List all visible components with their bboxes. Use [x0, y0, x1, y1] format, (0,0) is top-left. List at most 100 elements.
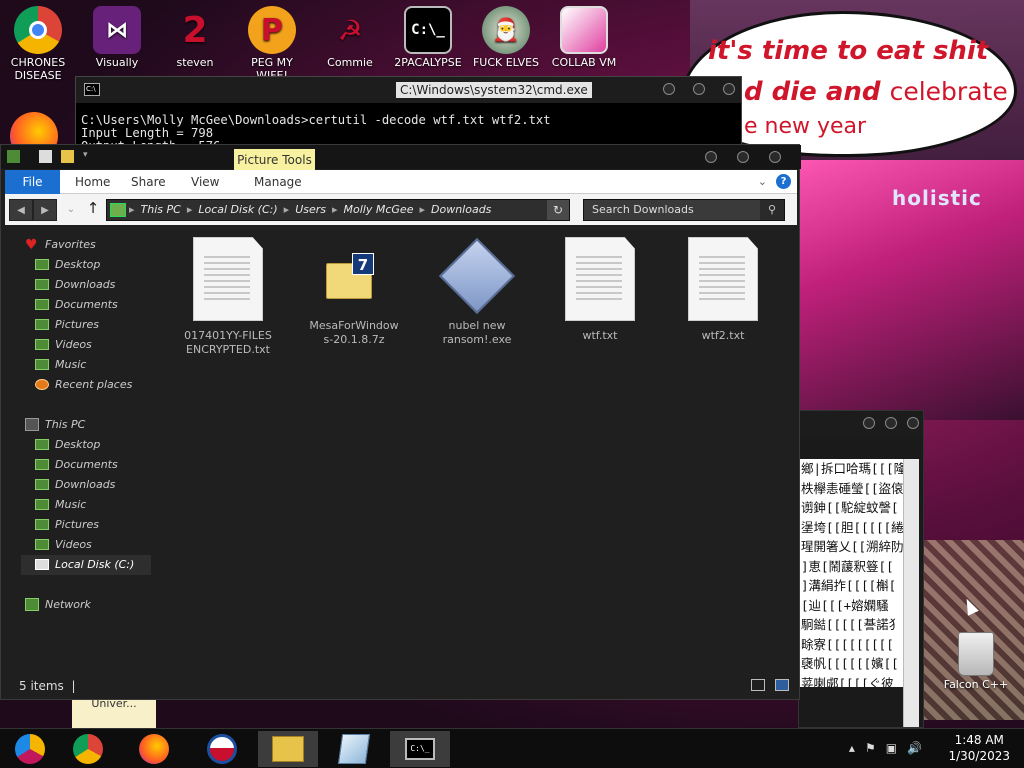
sidebar-favorites[interactable]: ♥ Favorites — [21, 235, 151, 255]
refresh-icon[interactable]: ↻ — [547, 200, 569, 220]
maximize-button[interactable] — [885, 417, 897, 429]
tab-home[interactable]: Home — [75, 170, 110, 194]
tab-file[interactable]: File — [5, 170, 60, 194]
new-folder-icon[interactable] — [61, 150, 74, 163]
elf-icon: 🎅 — [482, 6, 530, 54]
sidebar-item-music[interactable]: Music — [21, 495, 151, 515]
desktop-icon-fuck-elves[interactable]: 🎅 FUCK ELVES — [468, 6, 544, 69]
cmd-icon: C:\_ — [405, 738, 435, 760]
large-icons-view-icon[interactable] — [775, 679, 789, 691]
tab-view[interactable]: View — [191, 170, 219, 194]
properties-icon[interactable] — [39, 150, 52, 163]
file-item[interactable]: 017401YY-FILES ENCRYPTED.txt — [181, 231, 275, 357]
sidebar-item-music[interactable]: Music — [21, 355, 151, 375]
breadcrumb-item[interactable]: Molly McGee — [344, 200, 414, 220]
search-icon[interactable]: ⚲ — [760, 200, 784, 220]
text-editor-window[interactable]: 鄉|拆口哈瑪[[[隆[ 柣欅恚硾瑩[[盜偯 谫鉮[[駝綻蚊謦[ 塣垮[[胆[[[… — [798, 410, 924, 728]
tab-share[interactable]: Share — [131, 170, 166, 194]
desktop-icon-peg[interactable]: P PEG MY WIFE! — [234, 6, 310, 82]
desktop-icon-steven[interactable]: 2 steven — [157, 6, 233, 70]
help-icon[interactable]: ? — [776, 174, 791, 189]
bubble-line-3: e new year — [744, 114, 867, 139]
sidebar-network[interactable]: Network — [21, 595, 151, 615]
taskbar-explorer[interactable] — [258, 731, 318, 767]
breadcrumb-item[interactable]: Local Disk (C:) — [198, 200, 277, 220]
address-bar[interactable]: ▸ This PC ▸ Local Disk (C:) ▸ Users ▸ Molly … — [106, 199, 570, 221]
taskbar-obama[interactable] — [192, 731, 252, 767]
file-item[interactable]: wtf2.txt — [676, 231, 770, 343]
desktop-icon-commie[interactable]: ☭ Commie — [312, 6, 388, 70]
flag-icon[interactable]: ⚑ — [865, 741, 876, 755]
tab-manage[interactable]: Manage — [254, 170, 302, 194]
7z-archive-icon: 7 — [326, 253, 382, 303]
clock[interactable]: 1:48 AM 1/30/2023 — [948, 732, 1010, 764]
minimize-button[interactable] — [705, 151, 717, 163]
downloads-icon — [35, 279, 49, 290]
cmd-output[interactable]: C:\Users\Molly McGee\Downloads>certutil … — [76, 103, 741, 150]
taskbar-chrome-canary[interactable] — [0, 731, 60, 767]
file-item[interactable]: 7 MesaForWindows-20.1.8.7z — [303, 231, 405, 347]
taskbar-firefox[interactable] — [124, 731, 184, 767]
explorer-window[interactable]: ▾ Picture Tools File Home Share View Man… — [0, 144, 801, 700]
network-icon[interactable]: ▣ — [886, 741, 897, 755]
firefox-icon — [139, 734, 169, 764]
sidebar-item-documents[interactable]: Documents — [21, 295, 151, 315]
taskbar-cmd[interactable]: C:\_ — [390, 731, 450, 767]
sidebar-item-desktop[interactable]: Desktop — [21, 435, 151, 455]
sidebar-this-pc[interactable]: This PC — [21, 415, 151, 435]
sidebar-item-desktop[interactable]: Desktop — [21, 255, 151, 275]
close-button[interactable] — [723, 83, 735, 95]
sidebar-item-videos[interactable]: Videos — [21, 535, 151, 555]
editor-text[interactable]: 鄉|拆口哈瑪[[[隆[ 柣欅恚硾瑩[[盜偯 谫鉮[[駝綻蚊謦[ 塣垮[[胆[[[… — [799, 459, 903, 687]
maximize-button[interactable] — [737, 151, 749, 163]
editor-titlebar[interactable] — [799, 411, 923, 437]
close-button[interactable] — [769, 151, 781, 163]
obama-logo-icon — [207, 734, 237, 764]
cmd-titlebar[interactable]: C:\ C:\Windows\system32\cmd.exe — [76, 77, 741, 103]
minimize-button[interactable] — [863, 417, 875, 429]
file-item[interactable]: nubel new ransom!.exe — [430, 231, 524, 347]
quick-access-toolbar[interactable]: ▾ — [1, 145, 801, 169]
chevron-down-icon[interactable]: ▾ — [83, 150, 96, 163]
desktop-icon-collab-vm[interactable]: COLLAB VM — [546, 6, 622, 69]
desktop-icon-univer[interactable]: Univer... — [72, 698, 156, 728]
editor-scrollbar[interactable] — [903, 459, 919, 727]
breadcrumb-item[interactable]: Downloads — [431, 200, 491, 220]
up-button[interactable]: ↑ — [83, 199, 103, 221]
maximize-button[interactable] — [693, 83, 705, 95]
details-view-icon[interactable] — [751, 679, 765, 691]
sidebar-item-recent-places[interactable]: Recent places — [21, 375, 151, 395]
taskbar-chrome[interactable] — [58, 731, 118, 767]
status-bar-count: 5 items | — [19, 679, 76, 693]
breadcrumb-item[interactable]: This PC — [141, 200, 181, 220]
sidebar-item-pictures[interactable]: Pictures — [21, 515, 151, 535]
tray-chevron-icon[interactable]: ▴ — [849, 741, 855, 755]
back-button[interactable]: ◀ — [9, 199, 33, 221]
ribbon-expand-icon[interactable]: ⌄ — [758, 175, 767, 188]
desktop-icon-2pacalypse[interactable]: C:\_ 2PACALYPSE — [390, 6, 466, 69]
sidebar-item-pictures[interactable]: Pictures — [21, 315, 151, 335]
cmd-icon: C:\_ — [404, 6, 452, 54]
recent-locations-button[interactable]: ⌄ — [59, 199, 83, 221]
forward-button[interactable]: ▶ — [33, 199, 57, 221]
chrome-icon — [14, 6, 62, 54]
volume-icon[interactable]: 🔊 — [907, 741, 922, 755]
sidebar-item-documents[interactable]: Documents — [21, 455, 151, 475]
sidebar-item-downloads[interactable]: Downloads — [21, 475, 151, 495]
desktop-icon-visually[interactable]: ⋈ Visually — [79, 6, 155, 69]
search-input[interactable]: Search Downloads ⚲ — [583, 199, 785, 221]
desktop-icon-chrones[interactable]: CHRONES DISEASE — [0, 6, 76, 82]
minimize-button[interactable] — [663, 83, 675, 95]
close-button[interactable] — [907, 417, 919, 429]
cmd-window[interactable]: C:\ C:\Windows\system32\cmd.exe C:\Users… — [75, 76, 742, 150]
computer-icon — [25, 418, 39, 431]
network-icon — [25, 598, 39, 611]
sidebar-item-videos[interactable]: Videos — [21, 335, 151, 355]
file-item[interactable]: wtf.txt — [549, 231, 651, 343]
sidebar-item-local-disk[interactable]: Local Disk (C:) — [21, 555, 151, 575]
cmd-title: C:\Windows\system32\cmd.exe — [396, 82, 592, 98]
desktop-icon-falcon[interactable]: Falcon C++ — [938, 632, 1014, 691]
taskbar-notepad[interactable] — [324, 731, 384, 767]
breadcrumb-item[interactable]: Users — [295, 200, 326, 220]
sidebar-item-downloads[interactable]: Downloads — [21, 275, 151, 295]
